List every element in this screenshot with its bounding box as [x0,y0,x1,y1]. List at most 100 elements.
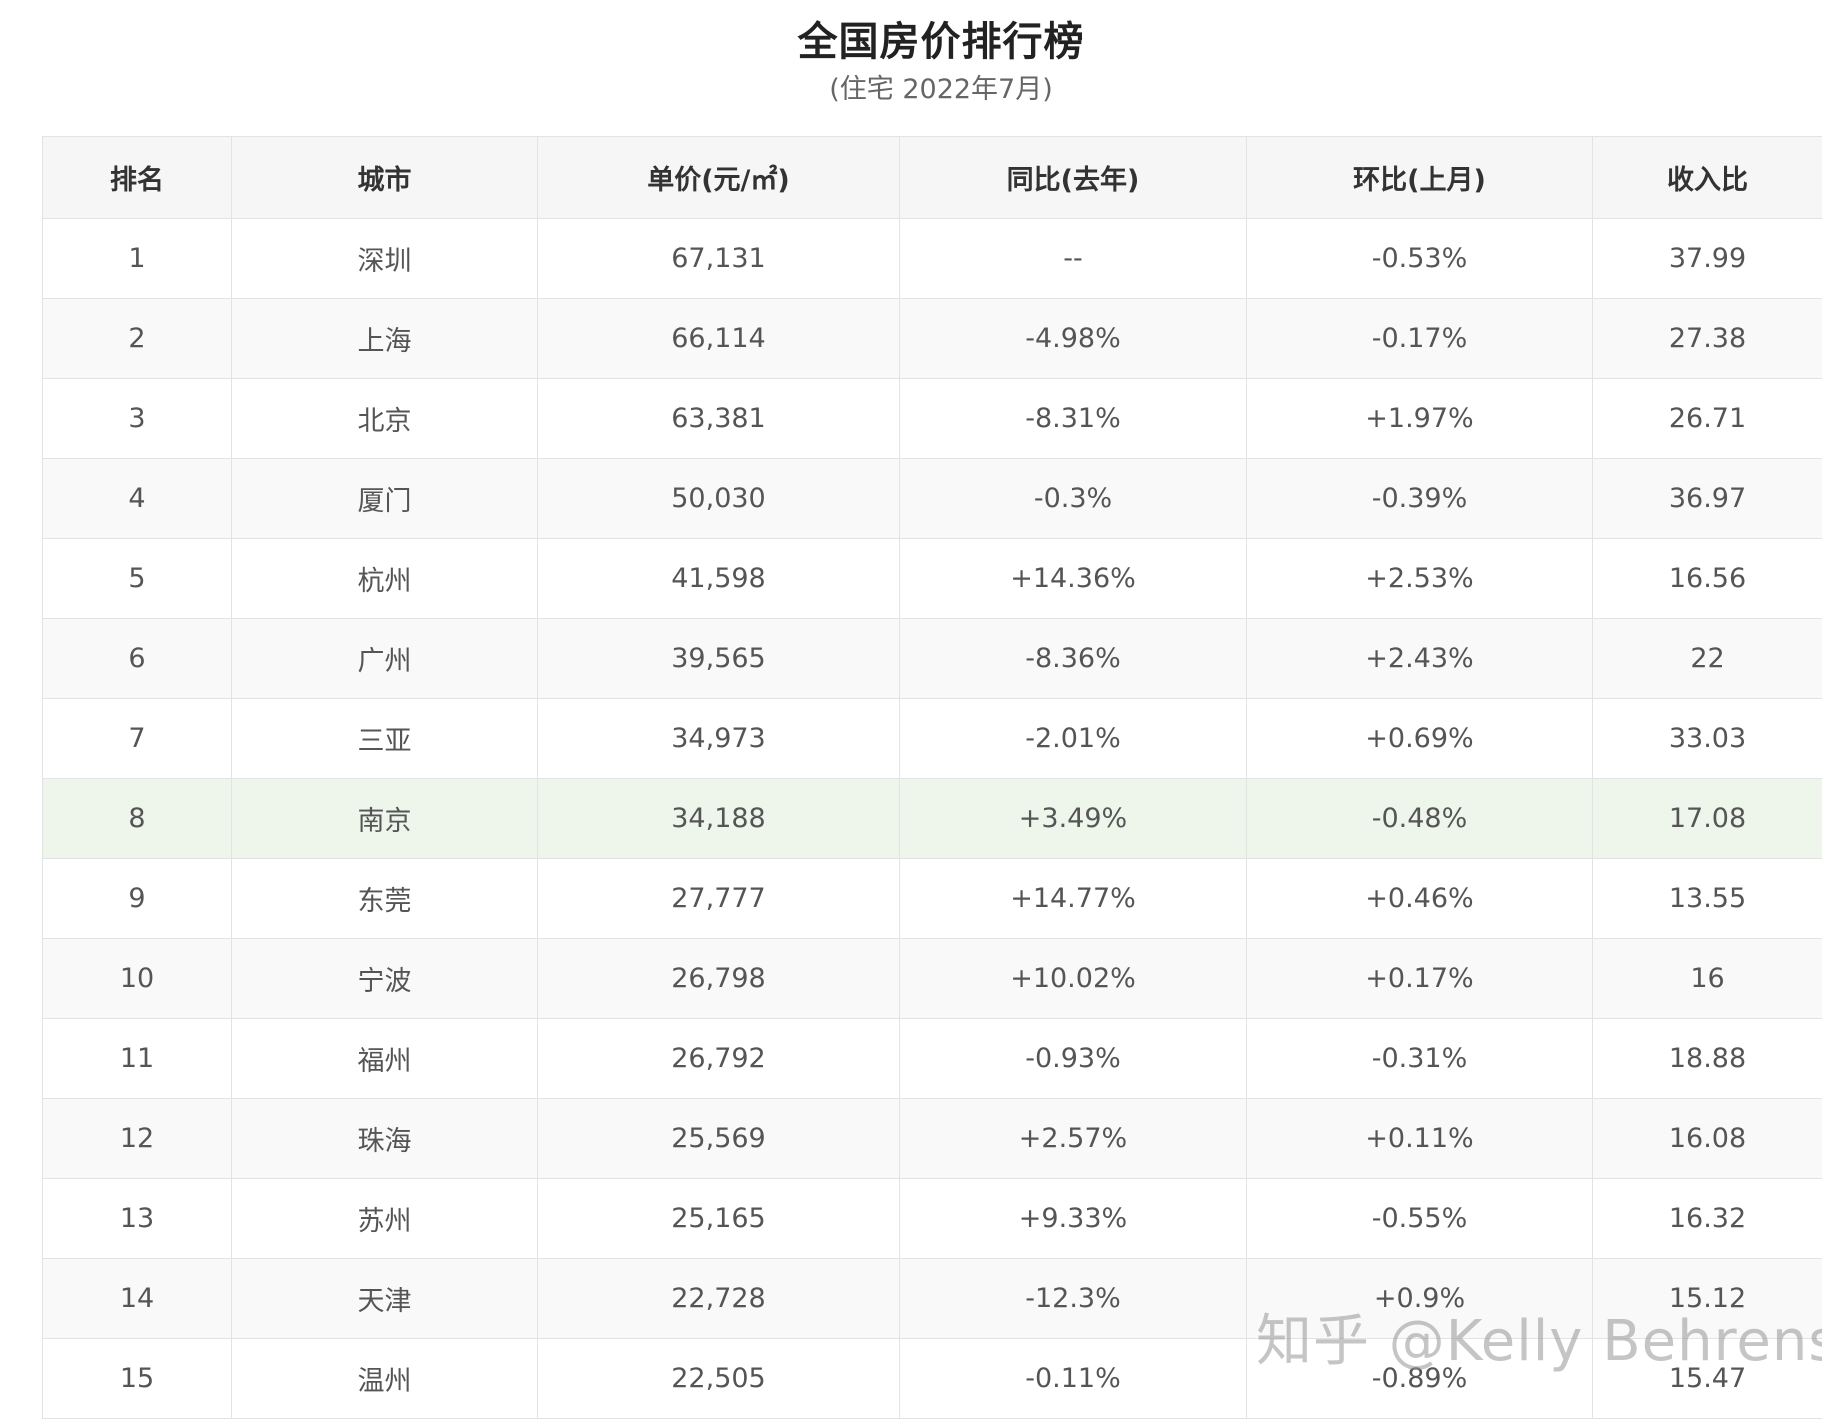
header-yoy[interactable]: 同比(去年) [900,137,1247,219]
cell-rank: 13 [43,1179,232,1259]
cell-income-ratio: 37.99 [1593,219,1822,299]
cell-city-link[interactable]: 三亚 [232,699,538,779]
page-subtitle: (住宅 2022年7月) [0,72,1822,108]
cell-mom: +0.46% [1247,859,1593,939]
table-row[interactable]: 1深圳67,131---0.53%37.99 [43,219,1822,299]
page-title: 全国房价排行榜 [0,16,1822,68]
header-unit-price[interactable]: 单价(元/㎡) [538,137,900,219]
cell-rank: 7 [43,699,232,779]
table-row[interactable]: 4厦门50,030-0.3%-0.39%36.97 [43,459,1822,539]
cell-mom: -0.39% [1247,459,1593,539]
cell-income-ratio: 26.71 [1593,379,1822,459]
cell-income-ratio: 18.88 [1593,1019,1822,1099]
table-row[interactable]: 6广州39,565-8.36%+2.43%22 [43,619,1822,699]
cell-yoy: +3.49% [900,779,1247,859]
table-row[interactable]: 9东莞27,777+14.77%+0.46%13.55 [43,859,1822,939]
cell-income-ratio: 33.03 [1593,699,1822,779]
table-header-row: 排名 城市 单价(元/㎡) 同比(去年) 环比(上月) 收入比 [43,137,1822,219]
cell-unit-price: 26,792 [538,1019,900,1099]
cell-rank: 3 [43,379,232,459]
cell-unit-price: 66,114 [538,299,900,379]
cell-income-ratio: 16.56 [1593,539,1822,619]
cell-unit-price: 22,728 [538,1259,900,1339]
cell-mom: +2.43% [1247,619,1593,699]
cell-rank: 1 [43,219,232,299]
header-income-ratio[interactable]: 收入比 [1593,137,1822,219]
cell-income-ratio: 22 [1593,619,1822,699]
cell-mom: -0.31% [1247,1019,1593,1099]
cell-income-ratio: 15.12 [1593,1259,1822,1339]
cell-mom: -0.53% [1247,219,1593,299]
cell-mom: -0.55% [1247,1179,1593,1259]
cell-yoy: +14.36% [900,539,1247,619]
cell-unit-price: 25,165 [538,1179,900,1259]
cell-unit-price: 50,030 [538,459,900,539]
cell-yoy: -0.11% [900,1339,1247,1419]
cell-city-link[interactable]: 北京 [232,379,538,459]
cell-city-link[interactable]: 珠海 [232,1099,538,1179]
cell-city-link[interactable]: 温州 [232,1339,538,1419]
table-row[interactable]: 13苏州25,165+9.33%-0.55%16.32 [43,1179,1822,1259]
cell-income-ratio: 36.97 [1593,459,1822,539]
header-city[interactable]: 城市 [232,137,538,219]
cell-yoy: -0.93% [900,1019,1247,1099]
cell-unit-price: 67,131 [538,219,900,299]
cell-rank: 8 [43,779,232,859]
cell-unit-price: 27,777 [538,859,900,939]
cell-mom: -0.17% [1247,299,1593,379]
ranking-table: 排名 城市 单价(元/㎡) 同比(去年) 环比(上月) 收入比 1深圳67,13… [42,136,1822,1419]
cell-yoy: +10.02% [900,939,1247,1019]
cell-yoy: +9.33% [900,1179,1247,1259]
cell-mom: +1.97% [1247,379,1593,459]
cell-mom: +0.17% [1247,939,1593,1019]
table-row[interactable]: 7三亚34,973-2.01%+0.69%33.03 [43,699,1822,779]
table-row[interactable]: 14天津22,728-12.3%+0.9%15.12 [43,1259,1822,1339]
header-mom[interactable]: 环比(上月) [1247,137,1593,219]
cell-city-link[interactable]: 天津 [232,1259,538,1339]
cell-city-link[interactable]: 福州 [232,1019,538,1099]
table-body: 1深圳67,131---0.53%37.992上海66,114-4.98%-0.… [43,219,1822,1419]
cell-rank: 11 [43,1019,232,1099]
cell-city-link[interactable]: 东莞 [232,859,538,939]
cell-unit-price: 63,381 [538,379,900,459]
cell-city-link[interactable]: 深圳 [232,219,538,299]
cell-income-ratio: 13.55 [1593,859,1822,939]
cell-mom: -0.89% [1247,1339,1593,1419]
cell-city-link[interactable]: 厦门 [232,459,538,539]
cell-city-link[interactable]: 上海 [232,299,538,379]
cell-yoy: -12.3% [900,1259,1247,1339]
cell-yoy: -2.01% [900,699,1247,779]
cell-city-link[interactable]: 广州 [232,619,538,699]
cell-yoy: -4.98% [900,299,1247,379]
cell-rank: 10 [43,939,232,1019]
cell-city-link[interactable]: 苏州 [232,1179,538,1259]
cell-mom: +2.53% [1247,539,1593,619]
table-row[interactable]: 12珠海25,569+2.57%+0.11%16.08 [43,1099,1822,1179]
table-row[interactable]: 3北京63,381-8.31%+1.97%26.71 [43,379,1822,459]
cell-city-link[interactable]: 杭州 [232,539,538,619]
cell-mom: +0.11% [1247,1099,1593,1179]
header-rank[interactable]: 排名 [43,137,232,219]
cell-yoy: -- [900,219,1247,299]
cell-income-ratio: 15.47 [1593,1339,1822,1419]
cell-yoy: -8.31% [900,379,1247,459]
cell-unit-price: 34,973 [538,699,900,779]
cell-city-link[interactable]: 南京 [232,779,538,859]
table-row[interactable]: 10宁波26,798+10.02%+0.17%16 [43,939,1822,1019]
table-row[interactable]: 15温州22,505-0.11%-0.89%15.47 [43,1339,1822,1419]
cell-city-link[interactable]: 宁波 [232,939,538,1019]
cell-rank: 14 [43,1259,232,1339]
cell-rank: 2 [43,299,232,379]
cell-rank: 5 [43,539,232,619]
cell-income-ratio: 16 [1593,939,1822,1019]
table-row[interactable]: 8南京34,188+3.49%-0.48%17.08 [43,779,1822,859]
cell-mom: +0.9% [1247,1259,1593,1339]
table-row[interactable]: 2上海66,114-4.98%-0.17%27.38 [43,299,1822,379]
cell-mom: -0.48% [1247,779,1593,859]
table-row[interactable]: 5杭州41,598+14.36%+2.53%16.56 [43,539,1822,619]
cell-rank: 12 [43,1099,232,1179]
table-row[interactable]: 11福州26,792-0.93%-0.31%18.88 [43,1019,1822,1099]
cell-unit-price: 25,569 [538,1099,900,1179]
cell-yoy: -0.3% [900,459,1247,539]
cell-rank: 15 [43,1339,232,1419]
